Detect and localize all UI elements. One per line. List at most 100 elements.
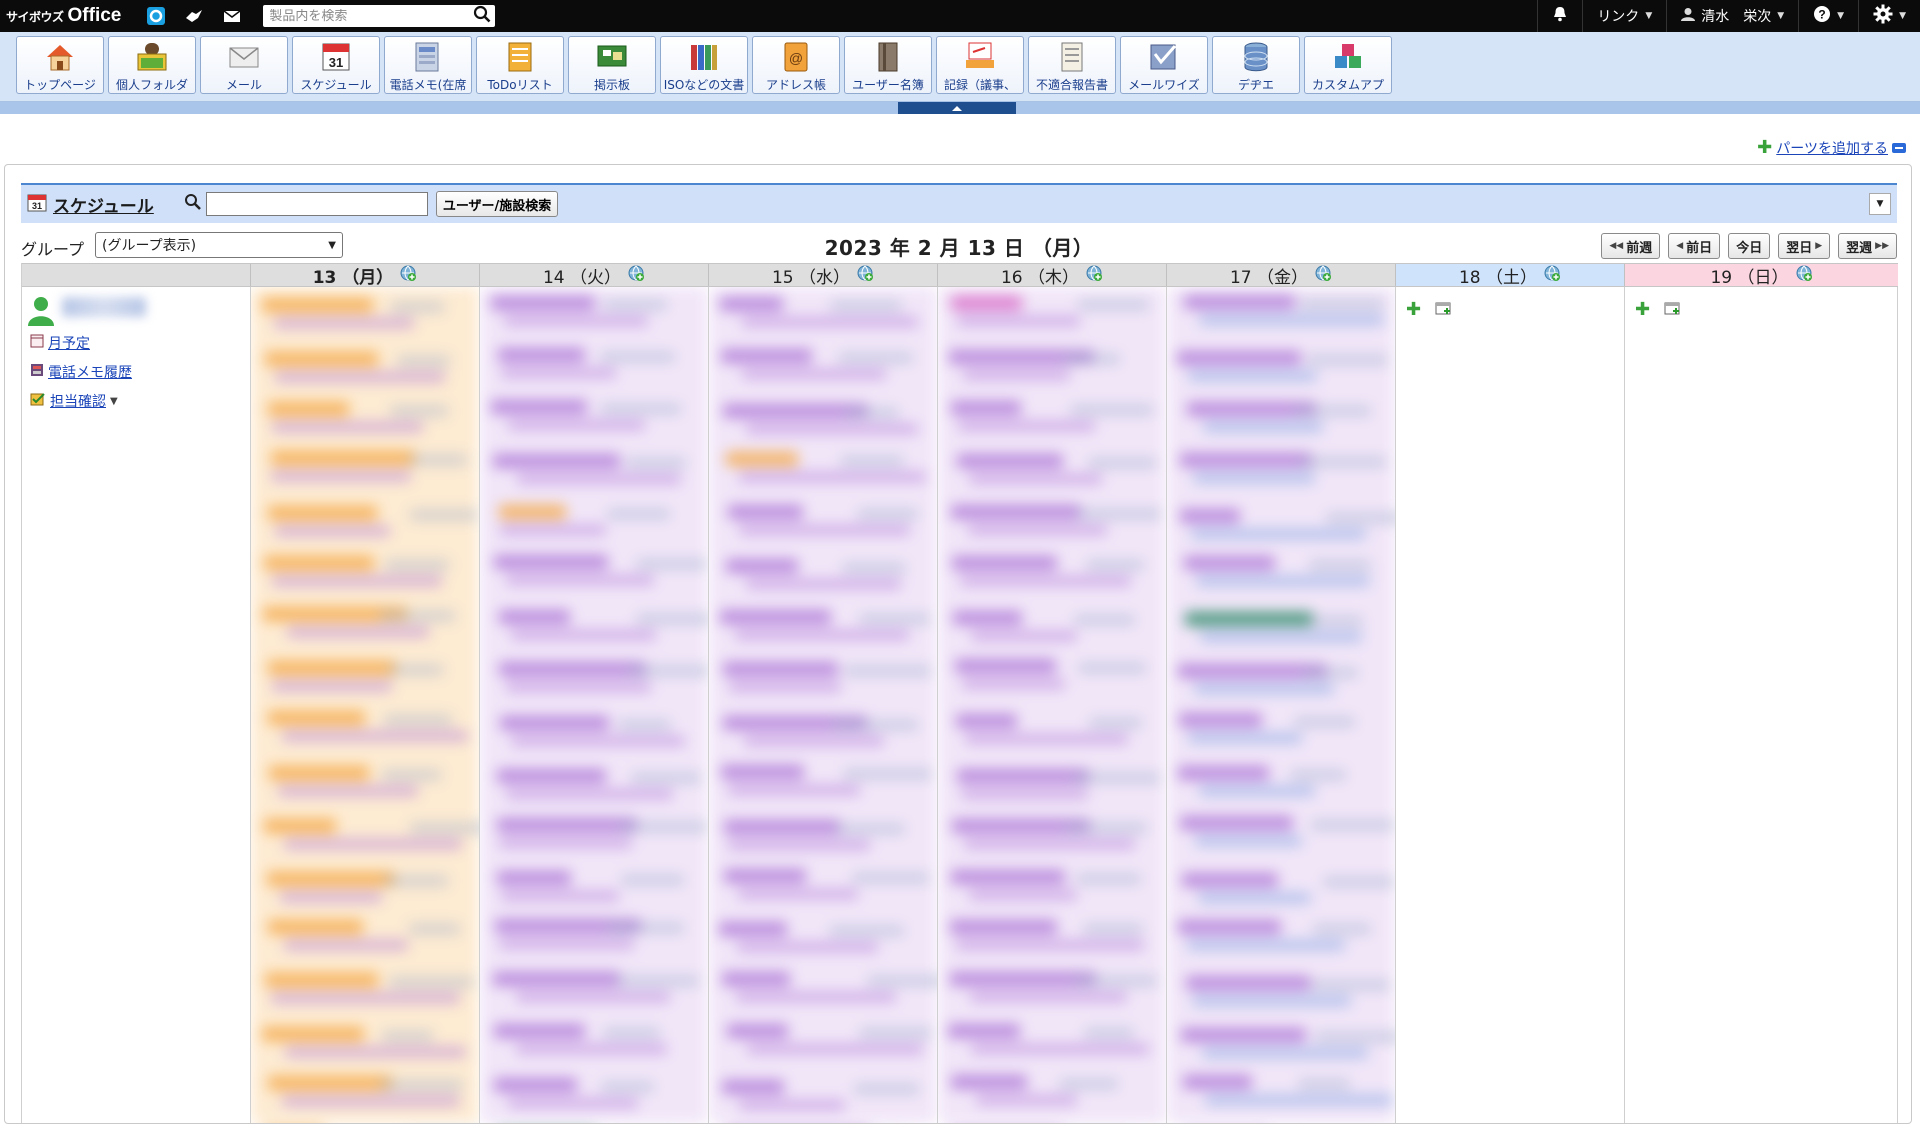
day-header[interactable]: 19 （日） bbox=[1624, 264, 1898, 288]
user-name-blurred[interactable] bbox=[62, 297, 146, 317]
app-button-user-list[interactable]: ユーザー名簿 bbox=[844, 36, 932, 94]
app-button-phone-memo[interactable]: 電話メモ(在席 bbox=[384, 36, 472, 94]
phone-memo-icon bbox=[411, 40, 445, 74]
search-icon bbox=[184, 193, 202, 215]
app-button-address-book[interactable]: @ アドレス帳 bbox=[752, 36, 840, 94]
blurred-events bbox=[709, 287, 937, 1123]
add-window-icon[interactable] bbox=[1664, 300, 1682, 320]
add-event-globe-icon[interactable] bbox=[399, 264, 417, 287]
app-button-mail[interactable]: メール bbox=[200, 36, 288, 94]
day-header[interactable]: 15 （水） bbox=[708, 264, 937, 288]
svg-text:?: ? bbox=[1818, 8, 1825, 22]
app-button-label: トップページ bbox=[24, 78, 96, 92]
cybozu-app-icon[interactable] bbox=[145, 6, 167, 26]
chevron-down-icon[interactable]: ▼ bbox=[110, 396, 118, 407]
app-button-home[interactable]: トップページ bbox=[16, 36, 104, 94]
svg-text:31: 31 bbox=[329, 55, 343, 70]
day-header[interactable]: 17 （金） bbox=[1166, 264, 1395, 288]
prev-day-button[interactable]: ◀ 前日 bbox=[1668, 233, 1721, 259]
books-icon bbox=[687, 40, 721, 74]
app-toolbar: トップページ 個人フォルダ メール 31 スケジュール 電話メモ(在席 ToDoリスト 掲示板… bbox=[0, 32, 1920, 102]
user-avatar-icon[interactable] bbox=[26, 295, 56, 331]
monthly-schedule-link[interactable]: 月予定 bbox=[30, 333, 132, 353]
phone-memo-icon bbox=[30, 363, 44, 381]
chevron-down-icon: ▼ bbox=[1899, 11, 1906, 21]
add-window-icon[interactable] bbox=[1435, 300, 1453, 320]
app-button-label: 電話メモ(在席 bbox=[389, 78, 467, 92]
bulletin-icon bbox=[595, 40, 629, 74]
add-schedule-icon[interactable]: ✚ bbox=[1406, 299, 1421, 320]
add-event-globe-icon[interactable] bbox=[1085, 264, 1103, 287]
add-parts-link[interactable]: ✚ パーツを追加する bbox=[1757, 138, 1906, 158]
mail-icon[interactable] bbox=[221, 6, 243, 26]
day-column[interactable] bbox=[250, 287, 479, 1123]
day-header[interactable]: 18 （土） bbox=[1395, 264, 1624, 288]
app-button-books[interactable]: ISOなどの文書 bbox=[660, 36, 748, 94]
product-search[interactable] bbox=[263, 5, 496, 27]
prev-week-button[interactable]: ◀◀ 前週 bbox=[1601, 233, 1661, 259]
user-list-icon bbox=[871, 40, 905, 74]
search-icon[interactable] bbox=[473, 5, 491, 27]
day-header[interactable]: 16 （木） bbox=[937, 264, 1166, 288]
todo-icon bbox=[503, 40, 537, 74]
minus-icon[interactable] bbox=[1892, 143, 1906, 153]
day-column[interactable] bbox=[708, 287, 937, 1123]
double-left-icon: ◀◀ bbox=[1609, 241, 1624, 251]
mailwise-icon bbox=[1147, 40, 1181, 74]
app-button-label: カスタムアプ bbox=[1311, 78, 1384, 92]
app-button-label: メールワイズ bbox=[1128, 78, 1200, 92]
next-day-button[interactable]: 翌日 ▶ bbox=[1778, 233, 1831, 259]
app-button-record[interactable]: 記録（議事、 bbox=[936, 36, 1024, 94]
app-button-report[interactable]: 不適合報告書 bbox=[1028, 36, 1116, 94]
day-header[interactable]: 13 （月） bbox=[250, 264, 479, 288]
day-header[interactable]: 14 （火） bbox=[479, 264, 708, 288]
double-right-icon: ▶▶ bbox=[1875, 241, 1889, 251]
product-search-input[interactable] bbox=[269, 8, 474, 24]
day-column[interactable]: ✚ bbox=[1395, 287, 1624, 1123]
portlet-menu-button[interactable]: ▼ bbox=[1869, 193, 1891, 215]
add-event-globe-icon[interactable] bbox=[1543, 264, 1561, 287]
calendar-icon: 31 bbox=[27, 192, 47, 216]
app-button-mailwise[interactable]: メールワイズ bbox=[1120, 36, 1208, 94]
toolbar-collapse-handle[interactable] bbox=[898, 102, 1016, 114]
add-event-globe-icon[interactable] bbox=[1314, 264, 1332, 287]
schedule-title-link[interactable]: スケジュール bbox=[53, 192, 154, 217]
day-column[interactable] bbox=[1166, 287, 1395, 1123]
add-event-globe-icon[interactable] bbox=[856, 264, 874, 287]
blurred-events bbox=[1167, 287, 1395, 1123]
add-event-globe-icon[interactable] bbox=[627, 264, 645, 287]
gear-icon bbox=[1873, 4, 1893, 28]
app-button-label: 掲示板 bbox=[593, 78, 630, 92]
add-schedule-icon[interactable]: ✚ bbox=[1635, 299, 1650, 320]
app-button-database[interactable]: デヂエ bbox=[1212, 36, 1300, 94]
day-column[interactable] bbox=[479, 287, 708, 1123]
user-search-input[interactable] bbox=[205, 192, 428, 216]
phone-memo-history-link[interactable]: 電話メモ履歴 bbox=[30, 362, 132, 382]
chevron-down-icon: ▼ bbox=[1837, 11, 1845, 21]
app-button-bulletin[interactable]: 掲示板 bbox=[568, 36, 656, 94]
app-button-todo[interactable]: ToDoリスト bbox=[476, 36, 564, 94]
app-button-label: 不適合報告書 bbox=[1035, 78, 1108, 92]
today-button[interactable]: 今日 bbox=[1728, 233, 1771, 259]
app-button-calendar[interactable]: 31 スケジュール bbox=[292, 36, 380, 94]
assignment-check-link[interactable]: 担当確認 ▼ bbox=[30, 391, 132, 411]
day-column[interactable]: ✚ bbox=[1624, 287, 1898, 1123]
app-button-folder[interactable]: 個人フォルダ bbox=[108, 36, 196, 94]
help-menu[interactable]: ? ▼ bbox=[1798, 0, 1858, 32]
app-button-custom-app[interactable]: カスタムアプ bbox=[1304, 36, 1392, 94]
next-week-button[interactable]: 翌週 ▶▶ bbox=[1838, 233, 1897, 259]
user-menu[interactable]: 清水 栄次 ▼ bbox=[1666, 0, 1798, 32]
mail-icon bbox=[227, 40, 261, 74]
right-icon: ▶ bbox=[1815, 241, 1823, 251]
bird-icon[interactable] bbox=[183, 6, 205, 26]
link-menu[interactable]: リンク ▼ bbox=[1582, 0, 1666, 32]
user-facility-search-button[interactable]: ユーザー/施設検索 bbox=[435, 191, 559, 217]
group-select[interactable]: (グループ表示) ▼ bbox=[95, 232, 343, 258]
cybozu-office-logo[interactable]: サイボウズ Office bbox=[6, 5, 121, 27]
notification-bell[interactable] bbox=[1537, 0, 1582, 32]
day-column[interactable] bbox=[937, 287, 1166, 1123]
app-button-label: ISOなどの文書 bbox=[663, 78, 745, 92]
add-event-globe-icon[interactable] bbox=[1795, 264, 1813, 287]
settings-menu[interactable]: ▼ bbox=[1858, 0, 1920, 32]
checklist-icon bbox=[30, 392, 46, 410]
